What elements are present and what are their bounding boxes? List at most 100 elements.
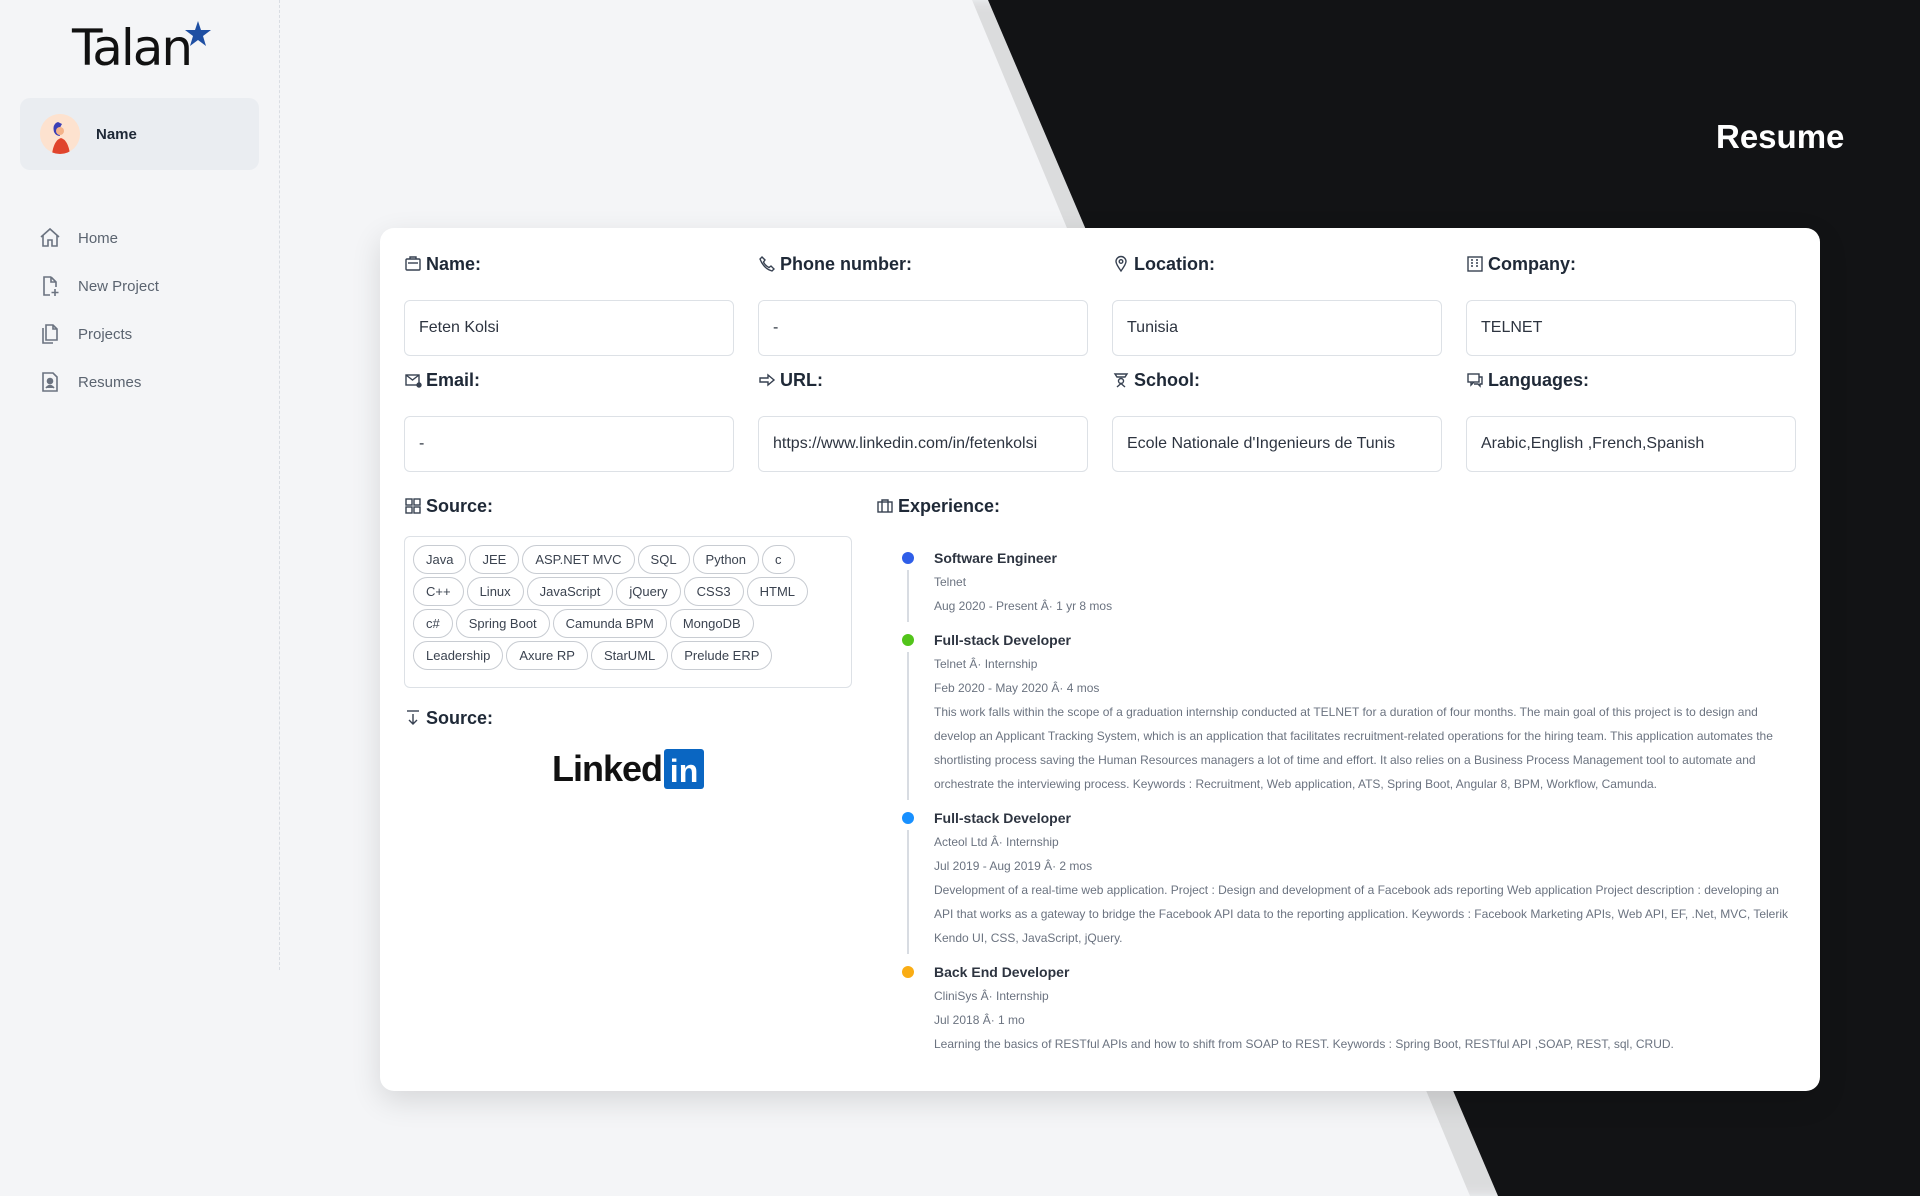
languages-label: Languages:	[1488, 369, 1590, 390]
school-field: School: Ecole Nationale d'Ingenieurs de …	[1112, 368, 1442, 472]
experience-label: Experience:	[898, 495, 1001, 516]
languages-field: Languages: Arabic,English ,French,Spanis…	[1466, 368, 1796, 472]
job-description: Development of a real-time web applicati…	[934, 883, 1788, 945]
skill-chip[interactable]: Leadership	[413, 641, 504, 670]
school-input[interactable]: Ecole Nationale d'Ingenieurs de Tunis	[1112, 416, 1442, 472]
grid-icon	[405, 498, 421, 514]
building-icon	[1467, 256, 1483, 272]
skill-chip[interactable]: C++	[413, 577, 464, 606]
job-title: Full-stack Developer	[934, 632, 1071, 648]
job-company: Telnet Â· Internship	[934, 657, 1038, 671]
skill-chip[interactable]: Python	[692, 545, 760, 574]
email-input[interactable]: -	[404, 416, 734, 472]
experience-timeline: Software Engineer Telnet Aug 2020 - Pres…	[890, 546, 1800, 1056]
timeline-connector	[907, 570, 909, 622]
job-dates: Jul 2018 Â· 1 mo	[934, 1013, 1025, 1027]
skill-chip[interactable]: Linux	[466, 577, 524, 606]
timeline-item: Full-stack Developer Acteol Ltd Â· Inter…	[890, 806, 1800, 960]
chat-icon	[1467, 373, 1483, 388]
job-title: Back End Developer	[934, 964, 1070, 980]
skill-chip[interactable]: Prelude ERP	[671, 641, 773, 670]
timeline-dot	[902, 966, 914, 978]
job-company: CliniSys Â· Internship	[934, 989, 1049, 1003]
skills-header: Source:	[404, 494, 493, 518]
job-description: Learning the basics of RESTful APIs and …	[934, 1037, 1674, 1051]
location-field: Location: Tunisia	[1112, 252, 1442, 356]
company-field: Company: TELNET	[1466, 252, 1796, 356]
timeline-connector	[907, 830, 909, 954]
skill-chip[interactable]: CSS3	[683, 577, 744, 606]
skill-chip[interactable]: c#	[413, 609, 453, 638]
sidebar-item-label: Home	[78, 229, 119, 247]
location-pin-icon	[1115, 255, 1127, 273]
skill-chip[interactable]: StarUML	[590, 641, 669, 670]
timeline-dot	[902, 552, 914, 564]
resume-icon	[42, 372, 58, 392]
skill-chip[interactable]: SQL	[637, 545, 690, 574]
sidebar-item-resumes[interactable]: Resumes	[38, 358, 258, 406]
arrow-right-icon	[759, 373, 776, 387]
url-label: URL:	[780, 369, 823, 390]
talan-logo[interactable]: Talan	[72, 20, 212, 76]
skill-chip[interactable]: Java	[413, 545, 467, 574]
job-dates: Feb 2020 - May 2020 Â· 4 mos	[934, 681, 1100, 695]
job-title: Software Engineer	[934, 550, 1057, 566]
email-field: Email: -	[404, 368, 734, 472]
briefcase-icon	[877, 499, 893, 513]
sidebar-item-projects[interactable]: Projects	[38, 310, 258, 358]
id-card-icon	[405, 256, 421, 271]
experience-header: Experience:	[876, 494, 1000, 518]
page-title: Resume	[1716, 118, 1845, 155]
phone-icon	[759, 256, 775, 272]
phone-field: Phone number: -	[758, 252, 1088, 356]
user-card[interactable]: Name	[20, 98, 259, 170]
sidebar: Talan Name Home New Project Projects Res…	[0, 0, 280, 970]
skill-chip[interactable]: jQuery	[616, 577, 681, 606]
name-field: Name: Feten Kolsi	[404, 252, 734, 356]
location-input[interactable]: Tunisia	[1112, 300, 1442, 356]
name-input[interactable]: Feten Kolsi	[404, 300, 734, 356]
skill-chip[interactable]: JEE	[469, 545, 520, 574]
job-company: Telnet	[934, 575, 967, 589]
linkedin-logo[interactable]: Linked in	[552, 748, 705, 790]
skill-chip[interactable]: c	[762, 545, 795, 574]
sidebar-item-home[interactable]: Home	[38, 214, 258, 262]
url-field: URL: https://www.linkedin.com/in/fetenko…	[758, 368, 1088, 472]
company-input[interactable]: TELNET	[1466, 300, 1796, 356]
skill-chip[interactable]: HTML	[746, 577, 809, 606]
sidebar-item-label: Resumes	[78, 373, 142, 391]
skill-chip[interactable]: ASP.NET MVC	[522, 545, 635, 574]
phone-input[interactable]: -	[758, 300, 1088, 356]
skill-chip[interactable]: JavaScript	[526, 577, 614, 606]
timeline-item: Full-stack Developer Telnet Â· Internshi…	[890, 628, 1800, 806]
sidebar-item-new-project[interactable]: New Project	[38, 262, 258, 310]
skills-box: Java JEE ASP.NET MVC SQL Python c C++ Li…	[404, 536, 852, 688]
skill-chip[interactable]: Axure RP	[506, 641, 588, 670]
user-name: Name	[96, 125, 137, 143]
star-icon	[185, 21, 211, 46]
home-icon	[40, 227, 60, 247]
skill-chip[interactable]: Spring Boot	[455, 609, 550, 638]
sidebar-item-label: Projects	[78, 325, 133, 343]
phone-label: Phone number:	[780, 253, 913, 274]
timeline-dot	[902, 812, 914, 824]
job-title: Full-stack Developer	[934, 810, 1071, 826]
timeline-item: Back End Developer CliniSys Â· Internshi…	[890, 960, 1800, 1056]
download-icon	[407, 710, 419, 725]
sidebar-nav: Home New Project Projects Resumes	[38, 214, 258, 406]
mail-icon	[405, 374, 422, 388]
languages-input[interactable]: Arabic,English ,French,Spanish	[1466, 416, 1796, 472]
source-label: Source:	[426, 707, 494, 728]
school-label: School:	[1134, 369, 1200, 390]
job-description: This work falls within the scope of a gr…	[934, 705, 1773, 791]
job-dates: Jul 2019 - Aug 2019 Â· 2 mos	[934, 859, 1093, 873]
sidebar-item-label: New Project	[78, 277, 159, 295]
skills-label: Source:	[426, 495, 494, 516]
job-company: Acteol Ltd Â· Internship	[934, 835, 1059, 849]
company-label: Company:	[1488, 253, 1577, 274]
skill-chip[interactable]: Camunda BPM	[552, 609, 667, 638]
name-label: Name:	[426, 253, 482, 274]
skill-chip[interactable]: MongoDB	[669, 609, 754, 638]
logo-text: Talan	[72, 19, 193, 77]
url-input[interactable]: https://www.linkedin.com/in/fetenkolsi	[758, 416, 1088, 472]
